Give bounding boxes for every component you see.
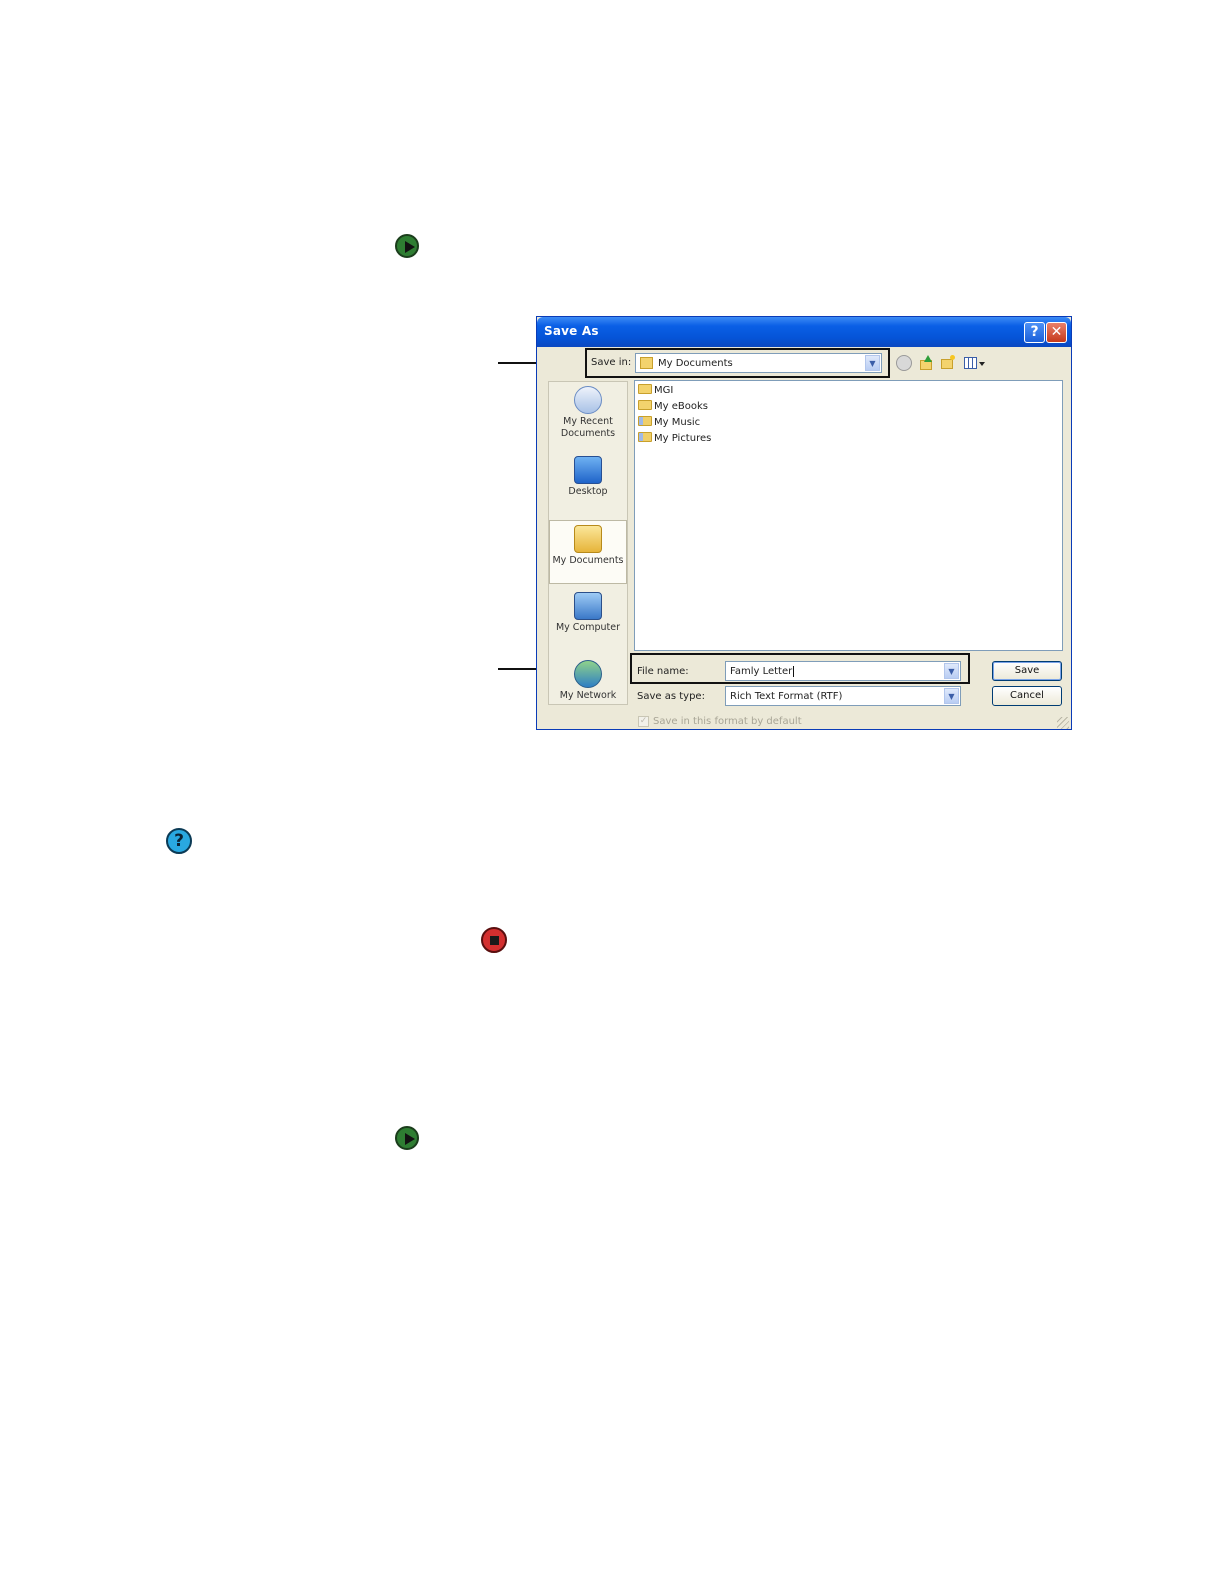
place-my-computer[interactable]: My Computer [549,592,627,634]
dialog-title: Save As [544,324,599,338]
my-documents-icon [574,525,602,553]
default-format-checkbox[interactable]: ✓ [638,716,649,727]
up-folder-icon[interactable] [918,355,934,371]
new-folder-icon[interactable] [940,355,956,371]
list-item[interactable]: My Pictures [638,432,711,446]
title-bar[interactable]: Save As ? ✕ [537,317,1071,347]
stop-icon [481,927,507,953]
play-icon [395,1126,419,1150]
views-menu-icon[interactable] [963,355,985,371]
place-label: My Documents [552,555,624,566]
place-label: Desktop [568,486,608,497]
cancel-button[interactable]: Cancel [992,686,1062,706]
save-as-type-dropdown[interactable]: Rich Text Format (RTF) ▼ [725,686,961,706]
place-my-documents[interactable]: My Documents [549,520,627,584]
recent-documents-icon [574,386,602,414]
place-desktop[interactable]: Desktop [549,456,627,498]
save-as-type-label: Save as type: [637,691,705,702]
save-button[interactable]: Save [992,661,1062,681]
folder-icon [638,384,652,394]
callout-box-file-name [630,653,970,684]
list-item[interactable]: My eBooks [638,400,708,414]
save-as-type-value: Rich Text Format (RTF) [730,691,843,702]
place-label: My Recent Documents [560,416,616,439]
place-label: My Network [559,690,617,701]
list-item[interactable]: MGI [638,384,673,398]
help-button[interactable]: ? [1024,322,1045,343]
music-folder-icon [638,416,652,426]
list-item[interactable]: My Music [638,416,700,430]
callout-box-save-in [585,348,890,378]
pictures-folder-icon [638,432,652,442]
resize-grip-icon[interactable] [1057,717,1069,729]
chevron-down-icon[interactable]: ▼ [944,688,959,704]
place-label: My Computer [555,622,621,633]
file-list[interactable]: MGI My eBooks My Music My Pictures [634,380,1063,651]
folder-icon [638,400,652,410]
my-computer-icon [574,592,602,620]
close-button[interactable]: ✕ [1046,322,1067,343]
back-icon[interactable] [896,355,912,371]
default-format-label: Save in this format by default [653,716,802,727]
place-my-network[interactable]: My Network [549,660,627,702]
play-icon [395,234,419,258]
help-icon: ? [166,828,192,854]
my-network-icon [574,660,602,688]
places-bar: My Recent Documents Desktop My Documents… [548,381,628,705]
desktop-icon [574,456,602,484]
place-my-recent-documents[interactable]: My Recent Documents [549,386,627,440]
